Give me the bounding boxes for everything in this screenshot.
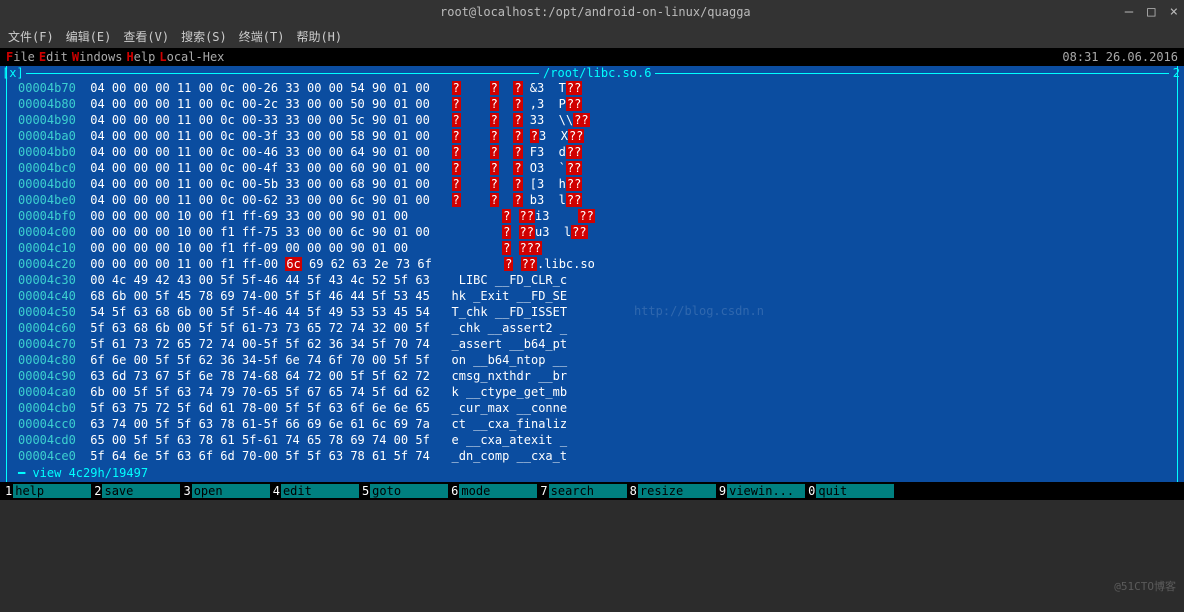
hex-row[interactable]: 00004bb0 04 00 00 00 11 00 0c 00-46 33 0…: [18, 144, 1178, 160]
hex-row[interactable]: 00004c00 00 00 00 00 10 00 f1 ff-75 33 0…: [18, 224, 1178, 240]
hex-row[interactable]: 00004be0 04 00 00 00 11 00 0c 00-62 33 0…: [18, 192, 1178, 208]
fkey-mode[interactable]: 6mode: [450, 484, 537, 498]
app-menu-edit[interactable]: Edit: [39, 50, 68, 64]
app-menu-windows[interactable]: Windows: [72, 50, 123, 64]
window-title: root@localhost:/opt/android-on-linux/qua…: [66, 5, 1125, 19]
hex-row[interactable]: 00004cb0 5f 63 75 72 5f 6d 61 78-00 5f 5…: [18, 400, 1178, 416]
fkey-bar: 1help2save3open4edit5goto6mode7search8re…: [0, 482, 1184, 500]
hex-row[interactable]: 00004ba0 04 00 00 00 11 00 0c 00-3f 33 0…: [18, 128, 1178, 144]
hex-row[interactable]: 00004c30 00 4c 49 42 43 00 5f 5f-46 44 5…: [18, 272, 1178, 288]
fkey-resize[interactable]: 8resize: [629, 484, 716, 498]
hex-row[interactable]: 00004bf0 00 00 00 00 10 00 f1 ff-69 33 0…: [18, 208, 1178, 224]
close-icon[interactable]: ×: [1170, 4, 1178, 20]
window-titlebar: root@localhost:/opt/android-on-linux/qua…: [0, 0, 1184, 24]
fkey-edit[interactable]: 4edit: [272, 484, 359, 498]
maximize-icon[interactable]: □: [1147, 4, 1155, 20]
hex-row[interactable]: 00004c50 54 5f 63 68 6b 00 5f 5f-46 44 5…: [18, 304, 1178, 320]
sys-menu-edit[interactable]: 编辑(E): [66, 28, 112, 45]
hex-row[interactable]: 00004c40 68 6b 00 5f 45 78 69 74-00 5f 5…: [18, 288, 1178, 304]
hex-row[interactable]: 00004bc0 04 00 00 00 11 00 0c 00-4f 33 0…: [18, 160, 1178, 176]
sys-menu-help[interactable]: 帮助(H): [296, 28, 342, 45]
hex-pane: [x] /root/libc.so.6 2 00004b70 04 00 00 …: [0, 66, 1184, 482]
hex-row[interactable]: 00004b80 04 00 00 00 11 00 0c 00-2c 33 0…: [18, 96, 1178, 112]
hex-rows[interactable]: 00004b70 04 00 00 00 11 00 0c 00-26 33 0…: [0, 80, 1184, 464]
pane-close-icon[interactable]: [x]: [0, 66, 26, 80]
minimize-icon[interactable]: —: [1125, 4, 1133, 20]
sys-menu-search[interactable]: 搜索(S): [181, 28, 227, 45]
hex-row[interactable]: 00004b90 04 00 00 00 11 00 0c 00-33 33 0…: [18, 112, 1178, 128]
fkey-save[interactable]: 2save: [93, 484, 180, 498]
sys-menu-file[interactable]: 文件(F): [8, 28, 54, 45]
sys-menu-terminal[interactable]: 终端(T): [239, 28, 285, 45]
hex-row[interactable]: 00004b70 04 00 00 00 11 00 0c 00-26 33 0…: [18, 80, 1178, 96]
hex-row[interactable]: 00004bd0 04 00 00 00 11 00 0c 00-5b 33 0…: [18, 176, 1178, 192]
fkey-goto[interactable]: 5goto: [361, 484, 448, 498]
app-menu-file[interactable]: FFileile: [6, 50, 35, 64]
fkey-help[interactable]: 1help: [4, 484, 91, 498]
hex-row[interactable]: 00004c10 00 00 00 00 10 00 f1 ff-09 00 0…: [18, 240, 1178, 256]
hex-row[interactable]: 00004c20 00 00 00 00 11 00 f1 ff-00 6c 6…: [18, 256, 1178, 272]
clock: 08:31 26.06.2016: [1062, 50, 1178, 64]
corner-watermark: @51CTO博客: [1114, 578, 1176, 594]
sys-menu-view[interactable]: 查看(V): [123, 28, 169, 45]
fkey-quit[interactable]: 0quit: [807, 484, 894, 498]
status-line: ━ view 4c29h/19497: [0, 464, 1184, 482]
hex-row[interactable]: 00004ca0 6b 00 5f 5f 63 74 79 70-65 5f 6…: [18, 384, 1178, 400]
hex-row[interactable]: 00004c80 6f 6e 00 5f 5f 62 36 34-5f 6e 7…: [18, 352, 1178, 368]
fkey-search[interactable]: 7search: [539, 484, 626, 498]
fkey-viewin...[interactable]: 9viewin...: [718, 484, 805, 498]
app-menubar: FFileile Edit Windows Help Local-Hex 08:…: [0, 48, 1184, 66]
fkey-open[interactable]: 3open: [182, 484, 269, 498]
hex-row[interactable]: 00004cd0 65 00 5f 5f 63 78 61 5f-61 74 6…: [18, 432, 1178, 448]
hex-row[interactable]: 00004cc0 63 74 00 5f 5f 63 78 61-5f 66 6…: [18, 416, 1178, 432]
hex-row[interactable]: 00004c60 5f 63 68 6b 00 5f 5f 61-73 73 6…: [18, 320, 1178, 336]
file-path: /root/libc.so.6: [539, 66, 655, 80]
watermark: http://blog.csdn.n: [634, 304, 764, 318]
hex-row[interactable]: 00004ce0 5f 64 6e 5f 63 6f 6d 70-00 5f 5…: [18, 448, 1178, 464]
hex-row[interactable]: 00004c90 63 6d 73 67 5f 6e 78 74-68 64 7…: [18, 368, 1178, 384]
app-menu-help[interactable]: Help: [126, 50, 155, 64]
hex-row[interactable]: 00004c70 5f 61 73 72 65 72 74 00-5f 5f 6…: [18, 336, 1178, 352]
system-menubar: 文件(F) 编辑(E) 查看(V) 搜索(S) 终端(T) 帮助(H): [0, 24, 1184, 48]
app-menu-local[interactable]: Local-Hex: [159, 50, 224, 64]
